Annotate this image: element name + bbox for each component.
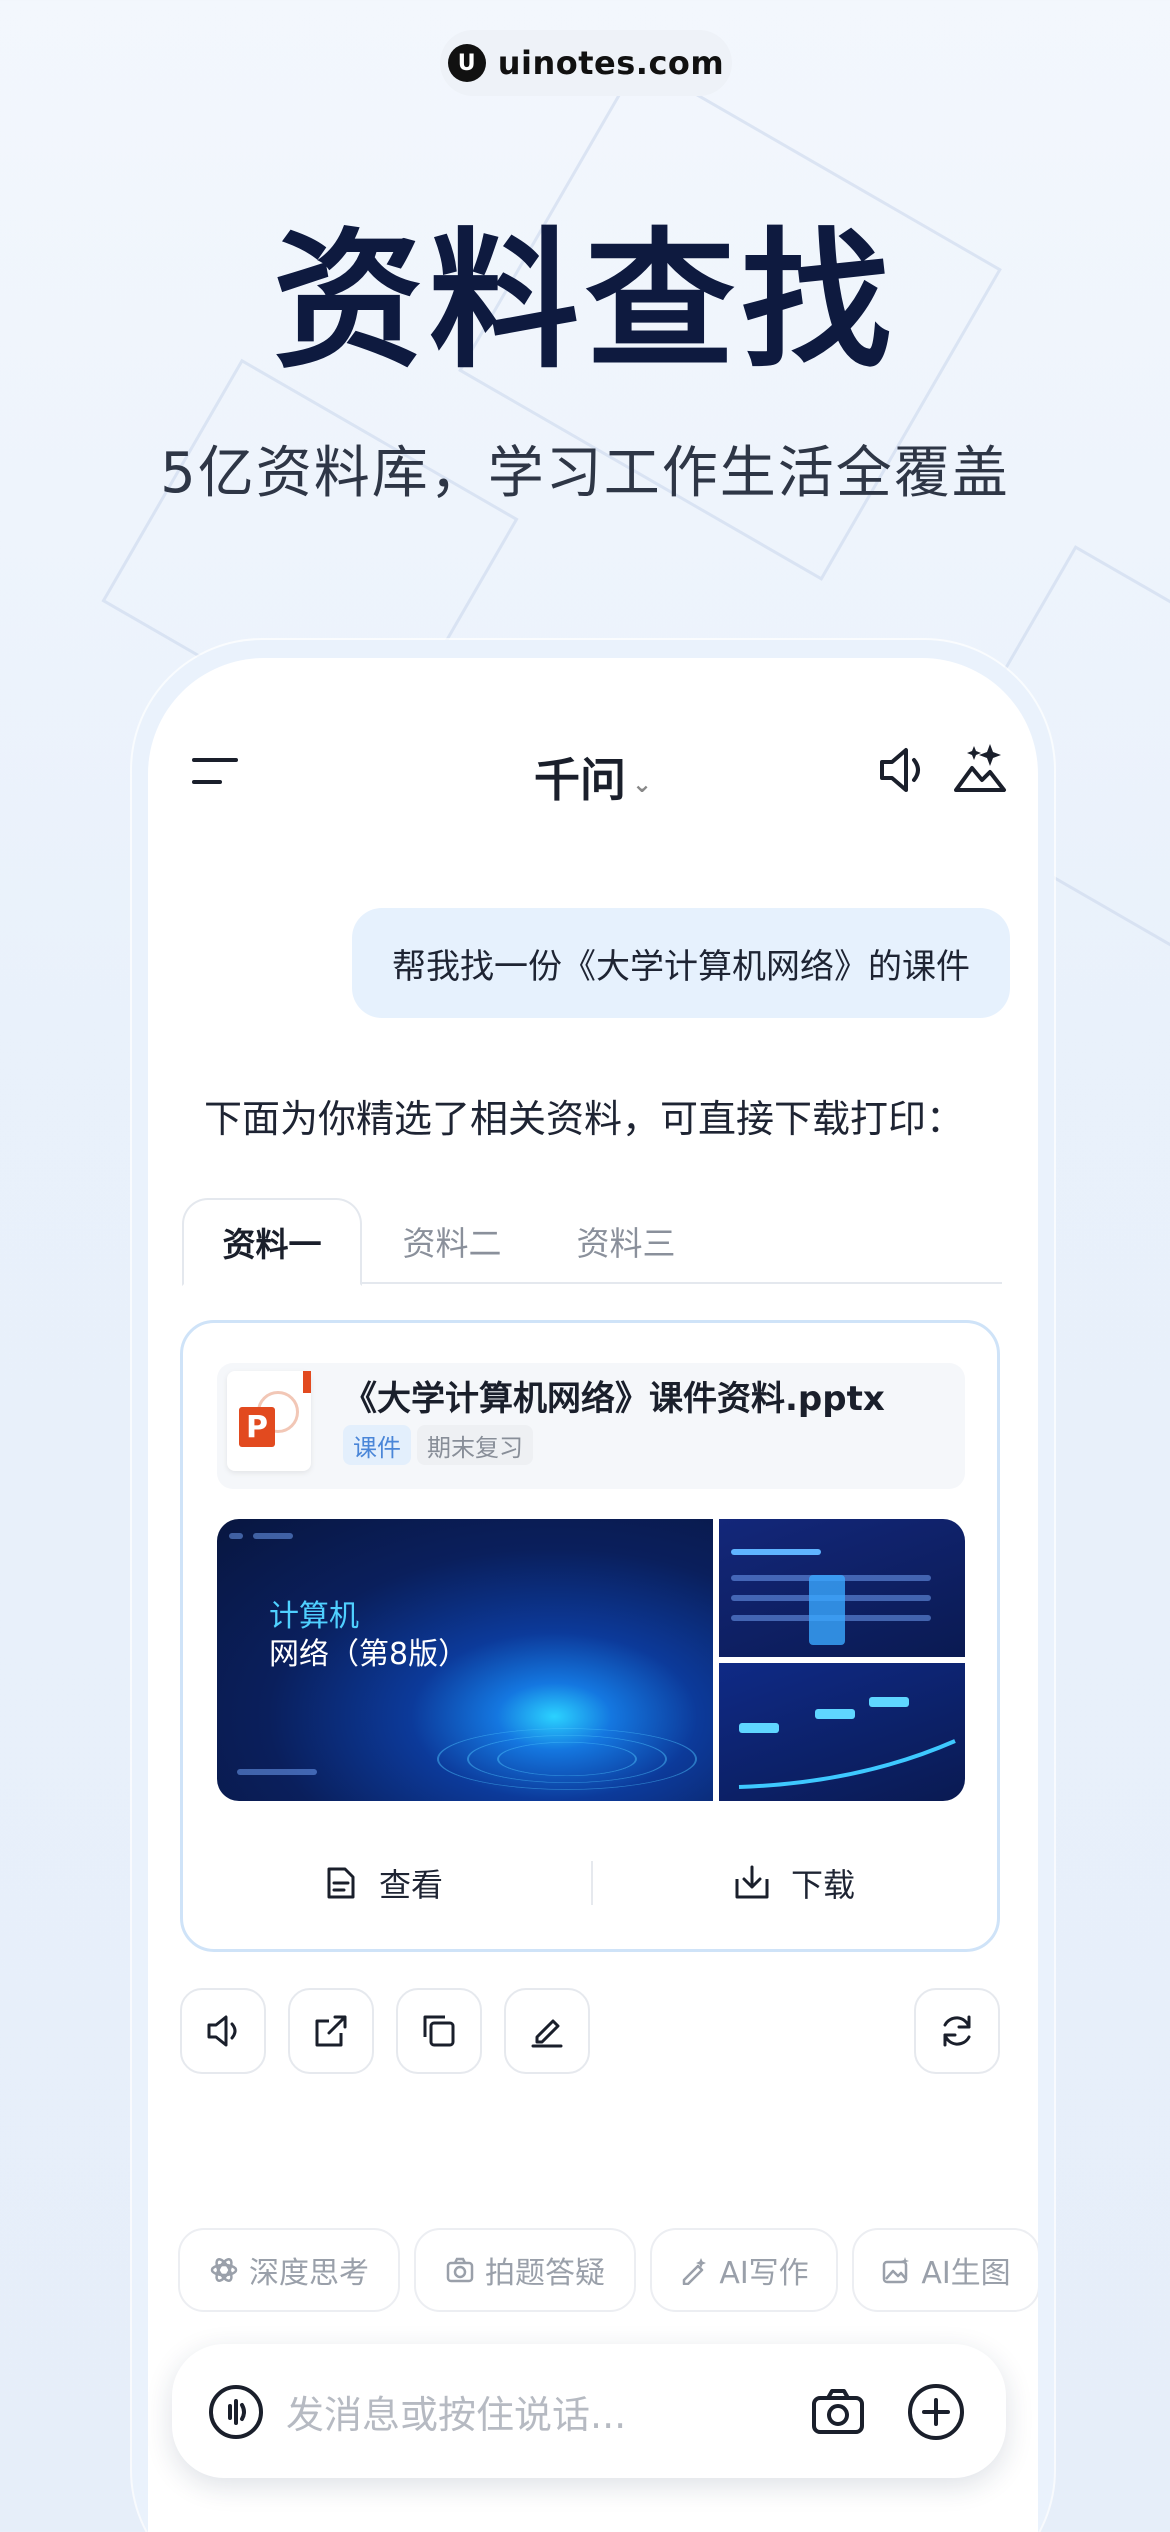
refresh-icon <box>943 2015 971 2047</box>
message-input-bar: 发消息或按住说话... <box>172 2344 1006 2478</box>
resource-card: P 《大学计算机网络》课件资料.pptx 课件 期末复习 计算机 网络（第8版） <box>180 1320 1000 1952</box>
download-button[interactable]: 下载 <box>733 1843 855 1923</box>
chip-label: 拍题答疑 <box>485 2256 605 2291</box>
image-sparkle-icon <box>883 2257 910 2284</box>
download-icon <box>735 1865 769 1899</box>
atom-icon <box>210 2258 238 2282</box>
resource-tabs: 资料一 资料二 资料三 <box>182 1198 1002 1286</box>
edit-icon <box>531 2019 563 2048</box>
copy-button[interactable] <box>396 1988 482 2074</box>
speaker-icon[interactable] <box>874 742 930 798</box>
actions-divider <box>591 1861 593 1905</box>
edit-button[interactable] <box>504 1988 590 2074</box>
tab-resource-2[interactable]: 资料二 <box>372 1198 532 1284</box>
user-message-text: 帮我找一份《大学计算机网络》的课件 <box>392 946 970 987</box>
chip-label: AI生图 <box>921 2256 1011 2291</box>
chip-ai-image[interactable]: AI生图 <box>852 2228 1038 2312</box>
card-actions: 查看 下载 <box>183 1843 997 1923</box>
speaker-icon <box>207 2015 237 2047</box>
slide-preview[interactable]: 计算机 网络（第8版） <box>217 1519 965 1801</box>
page-subline: 5亿资料库，学习工作生活全覆盖 <box>160 441 1010 506</box>
copy-icon <box>423 2015 455 2047</box>
voice-wave-icon[interactable] <box>208 2384 264 2440</box>
pptx-file-icon: P <box>227 1371 311 1471</box>
read-aloud-button[interactable] <box>180 1988 266 2074</box>
brand-name: uinotes.com <box>497 44 725 82</box>
chevron-down-icon: ⌄ <box>631 769 653 798</box>
slide-preview-thumb-2 <box>719 1663 965 1801</box>
file-info-row[interactable]: P 《大学计算机网络》课件资料.pptx 课件 期末复习 <box>217 1363 965 1489</box>
pen-sparkle-icon <box>683 2258 707 2285</box>
app-title-text: 千问 <box>533 753 626 807</box>
user-message-bubble: 帮我找一份《大学计算机网络》的课件 <box>352 908 1010 1018</box>
chip-deep-think[interactable]: 深度思考 <box>178 2228 400 2312</box>
camera-icon[interactable] <box>810 2384 866 2440</box>
share-icon <box>315 2015 347 2047</box>
app-top-bar: 千问 ⌄ <box>148 730 1038 810</box>
tag-courseware: 课件 <box>343 1425 411 1465</box>
page-headline: 资料查找 <box>272 215 897 389</box>
chip-photo-question[interactable]: 拍题答疑 <box>414 2228 636 2312</box>
phone-screen: 千问 ⌄ 帮我找一份《大学计算机网络》的课件 下面为你精选了相关资料，可直接下载打… <box>148 658 1038 2532</box>
chip-ai-writing[interactable]: AI写作 <box>650 2228 838 2312</box>
chip-label: 深度思考 <box>249 2256 369 2291</box>
message-input[interactable]: 发消息或按住说话... <box>286 2344 626 2478</box>
new-chat-sparkle-icon[interactable] <box>950 738 1010 798</box>
brand-logo-icon: U <box>447 44 486 82</box>
chip-label: AI写作 <box>719 2256 809 2291</box>
document-icon <box>327 1867 355 1899</box>
download-label: 下载 <box>791 1866 856 1904</box>
regenerate-button[interactable] <box>914 1988 1000 2074</box>
share-button[interactable] <box>288 1988 374 2074</box>
slide-preview-thumb-1 <box>719 1519 965 1657</box>
tab-resource-1[interactable]: 资料一 <box>182 1198 362 1286</box>
slide-title-line2: 网络（第8版） <box>269 1637 469 1672</box>
view-button[interactable]: 查看 <box>323 1843 443 1923</box>
slide-preview-main: 计算机 网络（第8版） <box>217 1519 713 1801</box>
file-name: 《大学计算机网络》课件资料.pptx <box>343 1379 885 1419</box>
view-label: 查看 <box>379 1866 444 1904</box>
assistant-reply-text: 下面为你精选了相关资料，可直接下载打印： <box>204 1097 965 1141</box>
camera-scan-icon <box>446 2257 474 2283</box>
tag-final-review: 期末复习 <box>417 1425 533 1465</box>
quick-action-chips: 深度思考 拍题答疑 AI写作 AI生图 <box>178 2228 1038 2312</box>
brand-badge: U uinotes.com <box>440 30 732 96</box>
plus-circle-icon[interactable] <box>906 2382 966 2442</box>
tab-resource-3[interactable]: 资料三 <box>546 1198 706 1284</box>
